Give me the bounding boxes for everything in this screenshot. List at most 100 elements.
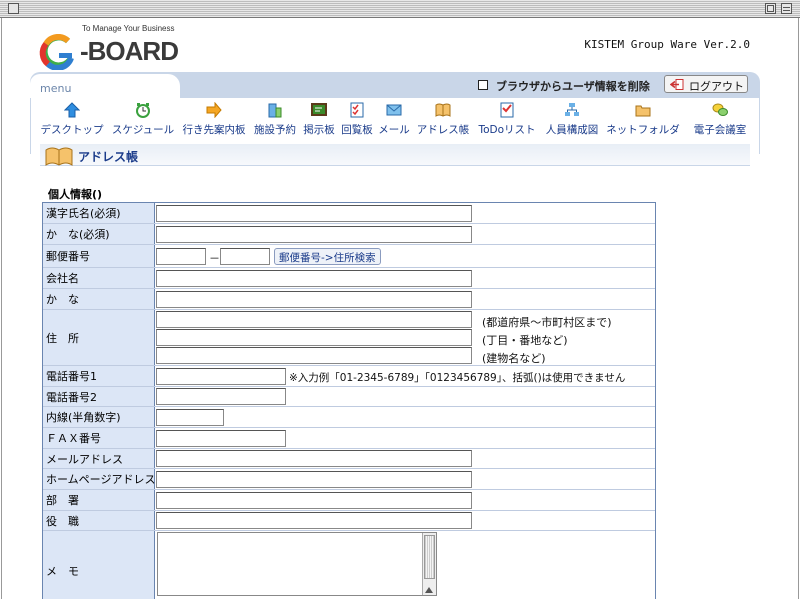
bulletin-board-icon xyxy=(311,103,327,116)
nav-label: 回覧板 xyxy=(341,124,373,136)
field-label: ＦＡＸ番号 xyxy=(43,428,155,448)
form-row-phone2: 電話番号2 xyxy=(43,387,655,407)
nav-label: デスクトップ xyxy=(40,124,104,136)
version-label: KISTEM Group Ware Ver.2.0 xyxy=(584,38,750,51)
position-input[interactable] xyxy=(156,512,472,529)
form-row-phone1: 電話番号1 ※入力例「01-2345-6789」「0123456789」、括弧(… xyxy=(43,366,655,387)
window-zoom-box-icon[interactable] xyxy=(765,3,776,14)
memo-scrollbar[interactable] xyxy=(422,533,436,595)
nav-label: メール xyxy=(378,124,410,136)
window-close-box-icon[interactable] xyxy=(8,3,19,14)
address-note-1: (都道府県～市町村区まで) xyxy=(482,316,612,329)
logout-label: ログアウト xyxy=(689,80,744,93)
fax-input[interactable] xyxy=(156,430,286,447)
address-book-icon xyxy=(435,103,451,117)
todo-icon xyxy=(500,102,514,118)
address-book-icon xyxy=(45,147,73,166)
field-label: 住 所 xyxy=(43,310,155,365)
nav-label: 行き先案内板 xyxy=(182,124,246,136)
company-name-input[interactable] xyxy=(156,270,472,287)
address-line1-input[interactable] xyxy=(156,311,472,328)
form-row-email: メールアドレス xyxy=(43,449,655,469)
form-row-extension: 内線(半角数字) xyxy=(43,407,655,428)
address-form: 漢字氏名(必須) か な(必須) 郵便番号 － 郵便番号->住所検索 会社名 か… xyxy=(42,202,656,599)
field-label: 部 署 xyxy=(43,490,155,510)
field-label: か な(必須) xyxy=(43,224,155,244)
nav-label: 電子会議室 xyxy=(693,124,747,136)
logo-wordmark: -BOARD xyxy=(80,36,179,66)
form-row-department: 部 署 xyxy=(43,490,655,511)
window-titlebar[interactable] xyxy=(0,0,800,18)
address-line2-input[interactable] xyxy=(156,329,472,346)
postal-code-second-input[interactable] xyxy=(220,248,270,265)
field-label: 電話番号1 xyxy=(43,366,155,386)
menu-tab: menu xyxy=(30,74,180,98)
section-title: 個人情報() xyxy=(48,188,103,201)
field-label: か な xyxy=(43,289,155,309)
browser-viewport: To Manage Your Business -BOARD KISTEM Gr… xyxy=(1,18,799,599)
folder-icon xyxy=(635,105,651,117)
scroll-up-arrow-icon[interactable] xyxy=(425,587,433,593)
building-icon xyxy=(268,103,282,118)
form-row-company-kana: か な xyxy=(43,289,655,310)
meeting-icon xyxy=(712,103,728,116)
form-row-postal-code: 郵便番号 － 郵便番号->住所検索 xyxy=(43,245,655,268)
form-row-memo: メ モ xyxy=(43,531,655,599)
memo-scroll-thumb[interactable] xyxy=(424,535,435,579)
delete-browser-info-checkbox[interactable] xyxy=(478,80,488,90)
nav-label: 施設予約 xyxy=(254,124,296,136)
address-line3-input[interactable] xyxy=(156,347,472,364)
kana-input[interactable] xyxy=(156,226,472,243)
org-chart-icon xyxy=(565,103,579,116)
delete-browser-info-label[interactable]: ブラウザからユーザ情報を削除 xyxy=(496,78,650,94)
logout-button[interactable]: ログアウト xyxy=(664,75,748,93)
email-input[interactable] xyxy=(156,450,472,467)
form-row-homepage: ホームページアドレス xyxy=(43,469,655,490)
g-logo-icon xyxy=(39,34,74,70)
nav-label: ToDoリスト xyxy=(478,124,536,136)
clock-icon xyxy=(136,103,150,118)
postal-search-button[interactable]: 郵便番号->住所検索 xyxy=(274,248,381,265)
field-label: 会社名 xyxy=(43,268,155,288)
logout-arrow-icon xyxy=(670,79,684,90)
address-note-3: (建物名など) xyxy=(482,352,546,365)
postal-dash: － xyxy=(209,252,220,265)
up-arrow-icon xyxy=(64,102,80,118)
menu-label: menu xyxy=(40,82,72,95)
kanji-name-input[interactable] xyxy=(156,205,472,222)
page-heading: アドレス帳 xyxy=(40,144,750,166)
nav-label: ネットフォルダ xyxy=(606,124,680,136)
address-note-2: (丁目・番地など) xyxy=(482,334,568,347)
checklist-icon xyxy=(350,102,364,118)
menu-bar: menu ブラウザからユーザ情報を削除 ログアウト xyxy=(30,72,760,98)
department-input[interactable] xyxy=(156,492,472,509)
field-label: 郵便番号 xyxy=(43,245,155,267)
mail-icon xyxy=(386,104,402,116)
page-title: アドレス帳 xyxy=(78,150,139,164)
company-kana-input[interactable] xyxy=(156,291,472,308)
window-collapse-box-icon[interactable] xyxy=(781,3,792,14)
form-row-fax: ＦＡＸ番号 xyxy=(43,428,655,449)
logo-tagline: To Manage Your Business xyxy=(82,24,175,33)
field-label: 内線(半角数字) xyxy=(43,407,155,427)
nav-label: 掲示板 xyxy=(303,124,335,136)
form-row-company: 会社名 xyxy=(43,268,655,289)
postal-code-first-input[interactable] xyxy=(156,248,206,265)
field-label: メ モ xyxy=(43,531,155,599)
nav-label: アドレス帳 xyxy=(416,124,470,136)
homepage-input[interactable] xyxy=(156,471,472,488)
extension-input[interactable] xyxy=(156,409,224,426)
gboard-logo[interactable]: To Manage Your Business -BOARD xyxy=(38,24,198,70)
nav-label: スケジュール xyxy=(111,124,175,136)
nav-label: 人員構成図 xyxy=(545,124,599,136)
field-label: メールアドレス xyxy=(43,449,155,468)
form-row-kana: か な(必須) xyxy=(43,224,655,245)
form-row-address: 住 所 (都道府県～市町村区まで) (丁目・番地など) (建物名など) xyxy=(43,310,655,366)
form-row-kanji-name: 漢字氏名(必須) xyxy=(43,203,655,224)
field-label: 漢字氏名(必須) xyxy=(43,203,155,223)
phone2-input[interactable] xyxy=(156,388,286,405)
field-label: 役 職 xyxy=(43,511,155,530)
phone-input-note: ※入力例「01-2345-6789」「0123456789」、括弧()は使用でき… xyxy=(289,372,626,384)
memo-textarea[interactable] xyxy=(157,532,437,596)
phone1-input[interactable] xyxy=(156,368,286,385)
